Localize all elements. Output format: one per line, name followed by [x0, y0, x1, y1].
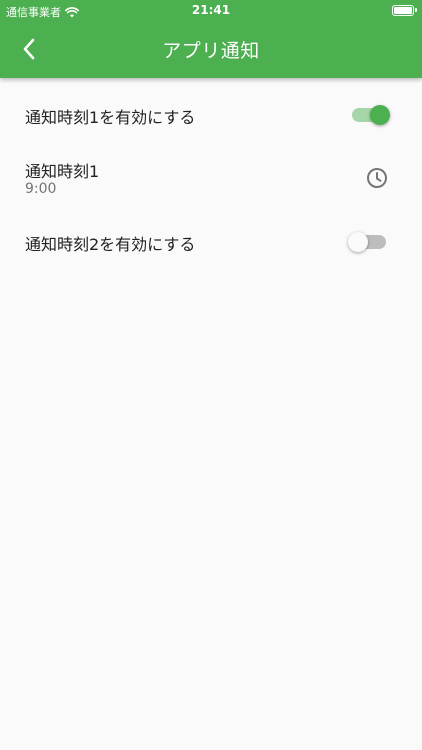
status-time: 21:41	[191, 3, 231, 17]
setting-value-time: 9:00	[25, 181, 57, 197]
setting-row-notify-time-1[interactable]: 通知時刻1 9:00	[0, 144, 422, 210]
toggle-thumb	[370, 105, 390, 125]
setting-label: 通知時刻1を有効にする	[25, 108, 196, 127]
toggle-thumb	[348, 232, 368, 252]
notify-time-1-toggle[interactable]	[352, 105, 390, 125]
status-bar: 通信事業者 21:41	[0, 0, 422, 22]
app-bar: 通信事業者 21:41 アプリ通知	[0, 0, 422, 78]
battery-icon	[392, 5, 417, 16]
settings-list: 通知時刻1を有効にする 通知時刻1 9:00 通知時刻2を有効にする	[0, 78, 422, 274]
setting-row-notify-time-1-enable[interactable]: 通知時刻1を有効にする	[0, 78, 422, 144]
setting-label: 通知時刻2を有効にする	[25, 235, 196, 254]
clock-icon[interactable]	[365, 166, 389, 190]
setting-label: 通知時刻1	[25, 162, 100, 181]
page-title: アプリ通知	[162, 40, 260, 62]
notify-time-2-toggle[interactable]	[348, 232, 386, 252]
setting-row-notify-time-2-enable[interactable]: 通知時刻2を有効にする	[0, 210, 422, 274]
